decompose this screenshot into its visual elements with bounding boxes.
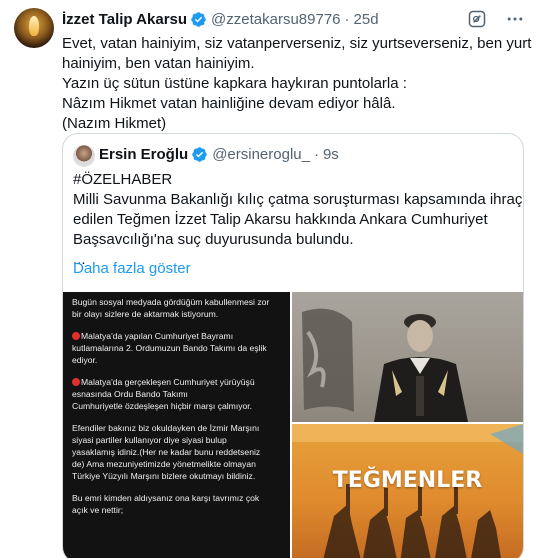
- soldier-photo[interactable]: [292, 292, 523, 422]
- panel-paragraph: Malatya'da gerçekleşen Cumhuriyet yürüyü…: [72, 376, 282, 412]
- candle-flame: [29, 16, 39, 36]
- panel-line: bir olayı sizlere de aktarmak istiyorum.: [72, 309, 219, 319]
- soldier-photo-art: [302, 308, 468, 422]
- quoted-line-hashtag: #ÖZELHABER: [73, 171, 173, 188]
- tweet-line: hainiyim, ben vatan hainiyim.: [62, 55, 255, 72]
- author-name[interactable]: İzzet Talip Akarsu: [62, 11, 187, 28]
- author-handle[interactable]: @zzetakarsu89776: [211, 11, 340, 28]
- separator-dot: ·: [313, 146, 319, 163]
- panel-line: yasaklamış idiniz.(Her ne kadar bunu red…: [72, 447, 261, 457]
- panel-line: kutlamalarına 2. Ordumuzun Bando Takımı …: [72, 343, 267, 353]
- panel-line: Bugün sosyal medyada gördüğüm kabullenme…: [72, 297, 270, 307]
- more-options-icon[interactable]: [505, 9, 525, 29]
- verified-badge-icon: [192, 147, 207, 162]
- panel-line: esnasında Ordu Bando Takımı: [72, 389, 188, 399]
- author-avatar[interactable]: [14, 8, 54, 48]
- tweet-text: Evet, vatan hainiyim, siz vatanperversen…: [62, 34, 532, 134]
- quoted-tweet-header: Ersin Eroğlu @ersineroglu_ · 9s: [99, 146, 339, 163]
- quoted-line: Milli Savunma Bakanlığı kılıç çatma soru…: [73, 191, 523, 208]
- tweet-line: (Nazım Hikmet): [62, 115, 167, 132]
- screenshot-text-image[interactable]: Bugün sosyal medyada gördüğüm kabullenme…: [63, 292, 290, 558]
- media-grid: Bugün sosyal medyada gördüğüm kabullenme…: [63, 292, 523, 558]
- panel-paragraph: Bu emri kimden aldıysanız ona karşı tavr…: [72, 492, 282, 516]
- tweet-header: İzzet Talip Akarsu @zzetakarsu89776 · 25…: [62, 9, 525, 29]
- header-actions: [467, 9, 525, 29]
- panel-line: siyasi partiler kullanıyor diye siyasi b…: [72, 435, 227, 445]
- panel-line: Türkiye Yüzyılı Marşını bizlere okutmayı…: [72, 471, 256, 481]
- book-cover-image[interactable]: TEĞMENLER: [292, 424, 523, 558]
- quoted-tweet[interactable]: Ersin Eroğlu @ersineroglu_ · 9s #ÖZELHAB…: [62, 133, 524, 558]
- quoted-author-handle[interactable]: @ersineroglu_: [212, 146, 310, 163]
- panel-paragraph: Bugün sosyal medyada gördüğüm kabullenme…: [72, 296, 282, 320]
- tweet-line: Evet, vatan hainiyim, siz vatanperversen…: [62, 35, 532, 52]
- panel-line: Malatya'da yapılan Cumhuriyet Bayramı: [81, 331, 234, 341]
- quoted-author-avatar[interactable]: [73, 145, 95, 167]
- tweet-timestamp[interactable]: 25d: [354, 11, 379, 28]
- panel-line: açık ve nettir;: [72, 505, 124, 515]
- tweet-line: Nâzım Hikmet vatan hainliğine devam ediy…: [62, 95, 396, 112]
- quoted-author-name[interactable]: Ersin Eroğlu: [99, 146, 188, 163]
- red-circle-icon: [72, 378, 80, 386]
- tweet[interactable]: İzzet Talip Akarsu @zzetakarsu89776 · 25…: [0, 0, 539, 558]
- quoted-line: Başsavcılığı'na suç duyurusunda bulundu.: [73, 231, 354, 248]
- panel-paragraph: Efendiler bakınız biz okuldayken de İzmi…: [72, 422, 282, 482]
- quoted-tweet-text: #ÖZELHABER Milli Savunma Bakanlığı kılıç…: [73, 170, 523, 270]
- panel-line: ediyor.: [72, 355, 98, 365]
- separator-dot: ·: [344, 10, 350, 28]
- panel-line: Cumhuriyetle özdeşleşen hiçbir marşı çal…: [72, 401, 253, 411]
- panel-line: de) Ama mezuniyetimizde yönetmelikte olm…: [72, 459, 256, 469]
- grok-icon[interactable]: [467, 9, 487, 29]
- red-circle-icon: [72, 332, 80, 340]
- verified-badge-icon: [191, 11, 206, 27]
- quoted-line: edilen Teğmen İzzet Talip Akarsu hakkınd…: [73, 211, 488, 228]
- panel-line: Bu emri kimden aldıysanız ona karşı tavr…: [72, 493, 260, 503]
- panel-paragraph: Malatya'da yapılan Cumhuriyet Bayramı ku…: [72, 330, 282, 366]
- show-more-link[interactable]: Daha fazla göster: [73, 260, 191, 277]
- quoted-timestamp[interactable]: 9s: [323, 146, 339, 163]
- panel-line: Efendiler bakınız biz okuldayken de İzmi…: [72, 423, 260, 433]
- panel-line: Malatya'da gerçekleşen Cumhuriyet yürüyü…: [81, 377, 255, 387]
- book-title: TEĞMENLER: [332, 468, 483, 493]
- tweet-line: Yazın üç sütun üstüne kapkara haykıran p…: [62, 75, 407, 92]
